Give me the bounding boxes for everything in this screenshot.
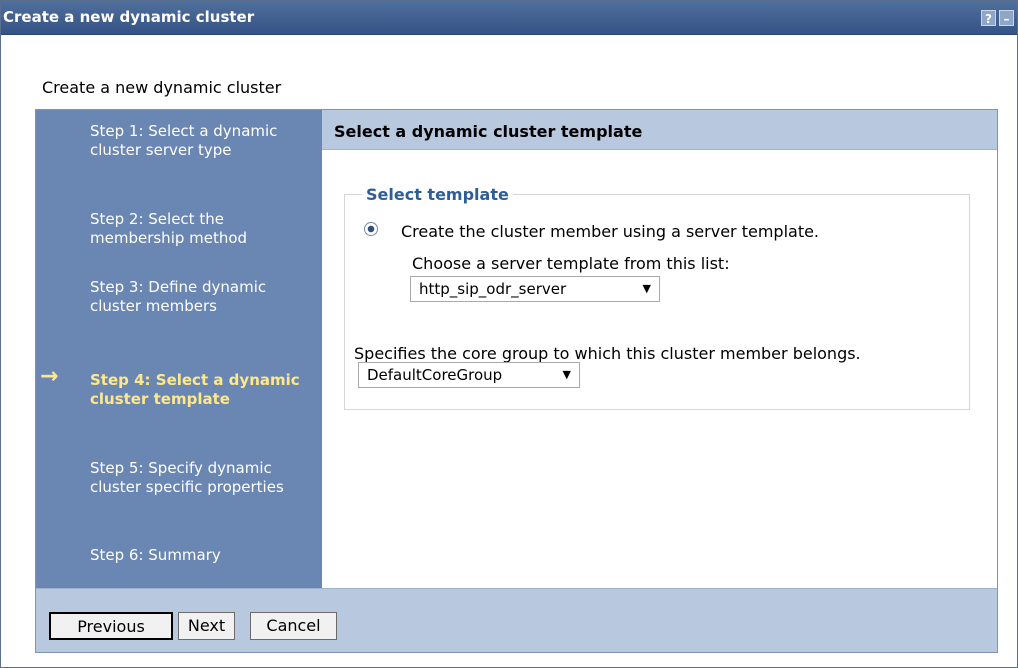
core-group-label: Specifies the core group to which this c…: [354, 344, 861, 363]
minimize-icon[interactable]: –: [999, 10, 1014, 26]
help-icon[interactable]: ?: [981, 10, 996, 26]
content-title: Select a dynamic cluster template: [334, 122, 643, 141]
next-button[interactable]: Next: [178, 612, 235, 640]
window-title: Create a new dynamic cluster: [3, 8, 255, 26]
step-5: Step 5: Specify dynamic cluster specific…: [90, 459, 284, 496]
previous-button[interactable]: Previous: [49, 612, 173, 640]
content-header: Select a dynamic cluster template: [322, 110, 997, 150]
core-group-select[interactable]: DefaultCoreGroup ▼: [358, 362, 580, 388]
step-3: Step 3: Define dynamic cluster members: [90, 278, 267, 315]
chevron-down-icon: ▼: [562, 368, 571, 381]
step-1: Step 1: Select a dynamic cluster server …: [90, 122, 278, 159]
template-list-label: Choose a server template from this list:: [412, 254, 730, 273]
page-title: Create a new dynamic cluster: [42, 78, 282, 97]
title-bar: Create a new dynamic cluster ? –: [1, 1, 1017, 35]
wizard-window: Create a new dynamic cluster ? – Create …: [0, 0, 1018, 668]
step-6: Step 6: Summary: [90, 546, 221, 564]
use-template-radio[interactable]: [364, 222, 378, 236]
server-template-select[interactable]: http_sip_odr_server ▼: [410, 276, 660, 302]
use-template-radio-label[interactable]: Create the cluster member using a server…: [401, 222, 819, 241]
step-2: Step 2: Select the membership method: [90, 210, 248, 247]
chevron-down-icon: ▼: [642, 282, 651, 295]
current-step-arrow-icon: →: [40, 364, 59, 389]
server-template-value: http_sip_odr_server: [419, 280, 567, 298]
core-group-value: DefaultCoreGroup: [367, 366, 503, 384]
step-4-current: Step 4: Select a dynamic cluster templat…: [90, 371, 300, 408]
steps-sidebar: Step 1: Select a dynamic cluster server …: [36, 110, 322, 588]
cancel-button[interactable]: Cancel: [250, 612, 337, 640]
wizard-panel: Step 1: Select a dynamic cluster server …: [35, 109, 998, 653]
section-title: Select template: [362, 185, 513, 204]
